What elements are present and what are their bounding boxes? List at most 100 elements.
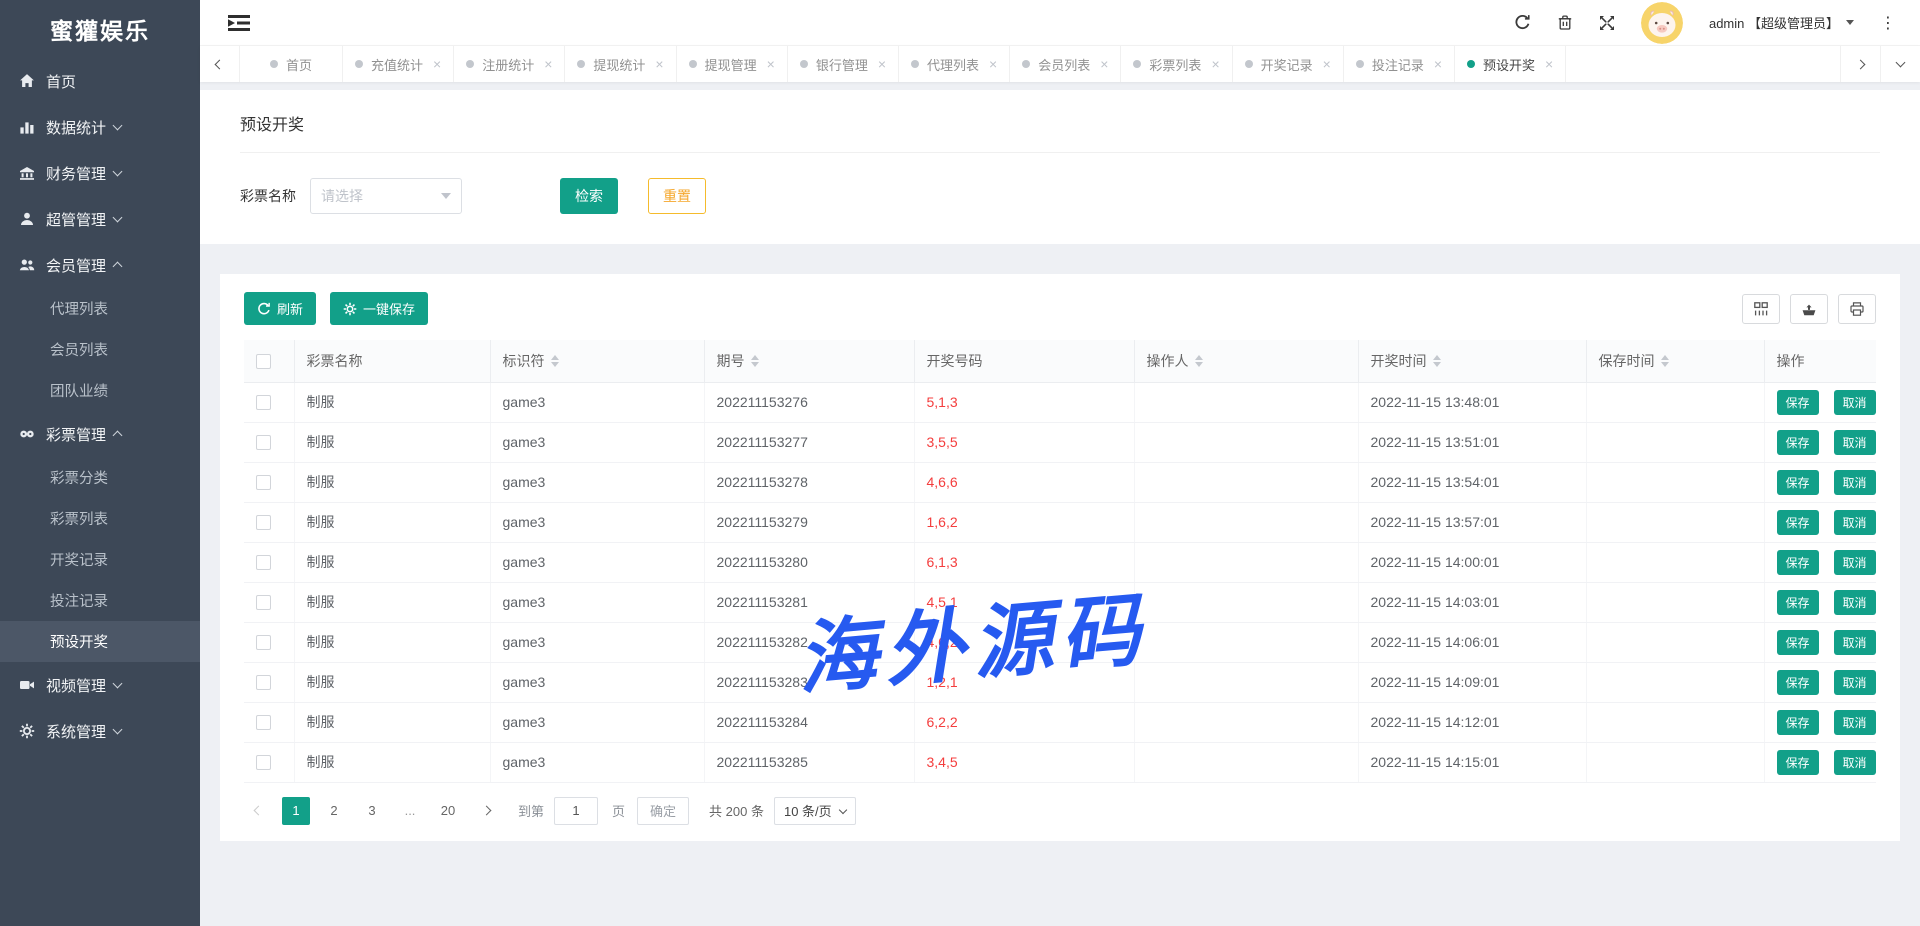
row-checkbox[interactable] bbox=[256, 515, 271, 530]
sort-icon[interactable] bbox=[1661, 355, 1669, 367]
tab-recharge-stats[interactable]: 充值统计× bbox=[343, 46, 454, 82]
cancel-row-button[interactable]: 取消 bbox=[1834, 590, 1876, 615]
sidebar-item-preset-draw[interactable]: 预设开奖 bbox=[0, 621, 200, 662]
tab-menu-button[interactable] bbox=[1880, 46, 1920, 82]
sidebar-item-lottery[interactable]: 彩票管理 bbox=[0, 411, 200, 457]
trash-icon[interactable] bbox=[1557, 14, 1573, 31]
page-button-2[interactable]: 2 bbox=[320, 797, 348, 825]
cancel-row-button[interactable]: 取消 bbox=[1834, 710, 1876, 735]
tab-lottery-list[interactable]: 彩票列表× bbox=[1121, 46, 1232, 82]
sort-icon[interactable] bbox=[751, 355, 759, 367]
sidebar-item-member-list[interactable]: 会员列表 bbox=[0, 329, 200, 370]
sidebar-item-lottery-category[interactable]: 彩票分类 bbox=[0, 457, 200, 498]
sidebar-collapse-icon[interactable] bbox=[228, 14, 250, 32]
refresh-table-button[interactable]: 刷新 bbox=[244, 292, 316, 325]
close-icon[interactable]: × bbox=[544, 57, 552, 71]
sidebar-item-super-admin[interactable]: 超管管理 bbox=[0, 196, 200, 242]
save-row-button[interactable]: 保存 bbox=[1777, 710, 1819, 735]
sidebar-item-finance[interactable]: 财务管理 bbox=[0, 150, 200, 196]
close-icon[interactable]: × bbox=[767, 57, 775, 71]
reset-button[interactable]: 重置 bbox=[648, 178, 706, 214]
tab-scroll-left-button[interactable] bbox=[200, 46, 240, 82]
tab-bank-manage[interactable]: 银行管理× bbox=[788, 46, 899, 82]
tab-bet-records[interactable]: 投注记录× bbox=[1344, 46, 1455, 82]
sort-icon[interactable] bbox=[1433, 355, 1441, 367]
save-all-button[interactable]: 一键保存 bbox=[330, 292, 428, 325]
page-button-3[interactable]: 3 bbox=[358, 797, 386, 825]
close-icon[interactable]: × bbox=[433, 57, 441, 71]
cancel-row-button[interactable]: 取消 bbox=[1834, 550, 1876, 575]
close-icon[interactable]: × bbox=[1211, 57, 1219, 71]
prev-page-button[interactable] bbox=[244, 797, 272, 825]
sort-icon[interactable] bbox=[551, 355, 559, 367]
tab-member-list[interactable]: 会员列表× bbox=[1010, 46, 1121, 82]
cancel-row-button[interactable]: 取消 bbox=[1834, 430, 1876, 455]
cancel-row-button[interactable]: 取消 bbox=[1834, 750, 1876, 775]
save-row-button[interactable]: 保存 bbox=[1777, 470, 1819, 495]
save-row-button[interactable]: 保存 bbox=[1777, 630, 1819, 655]
confirm-button[interactable]: 确定 bbox=[637, 797, 689, 825]
sidebar-item-system[interactable]: 系统管理 bbox=[0, 708, 200, 754]
tab-withdraw-stats[interactable]: 提现统计× bbox=[565, 46, 676, 82]
sidebar-item-members[interactable]: 会员管理 bbox=[0, 242, 200, 288]
export-icon[interactable] bbox=[1790, 294, 1828, 324]
more-menu-icon[interactable]: ⋮ bbox=[1880, 13, 1896, 32]
save-row-button[interactable]: 保存 bbox=[1777, 590, 1819, 615]
goto-page-input[interactable] bbox=[554, 797, 598, 825]
close-icon[interactable]: × bbox=[989, 57, 997, 71]
close-icon[interactable]: × bbox=[1545, 57, 1553, 71]
row-checkbox[interactable] bbox=[256, 675, 271, 690]
save-row-button[interactable]: 保存 bbox=[1777, 390, 1819, 415]
cancel-row-button[interactable]: 取消 bbox=[1834, 630, 1876, 655]
close-icon[interactable]: × bbox=[1323, 57, 1331, 71]
save-row-button[interactable]: 保存 bbox=[1777, 670, 1819, 695]
avatar[interactable] bbox=[1641, 2, 1683, 44]
tab-register-stats[interactable]: 注册统计× bbox=[454, 46, 565, 82]
cancel-row-button[interactable]: 取消 bbox=[1834, 390, 1876, 415]
tab-agent-list[interactable]: 代理列表× bbox=[899, 46, 1010, 82]
sidebar-item-lottery-list[interactable]: 彩票列表 bbox=[0, 498, 200, 539]
search-button[interactable]: 检索 bbox=[560, 178, 618, 214]
sidebar-item-data-stats[interactable]: 数据统计 bbox=[0, 104, 200, 150]
cancel-row-button[interactable]: 取消 bbox=[1834, 670, 1876, 695]
user-menu[interactable]: admin 【超级管理员】 bbox=[1709, 13, 1854, 32]
save-row-button[interactable]: 保存 bbox=[1777, 510, 1819, 535]
sidebar-item-bet-records[interactable]: 投注记录 bbox=[0, 580, 200, 621]
row-checkbox[interactable] bbox=[256, 595, 271, 610]
page-button-1[interactable]: 1 bbox=[282, 797, 310, 825]
close-icon[interactable]: × bbox=[878, 57, 886, 71]
row-checkbox[interactable] bbox=[256, 435, 271, 450]
columns-icon[interactable] bbox=[1742, 294, 1780, 324]
row-checkbox[interactable] bbox=[256, 555, 271, 570]
save-row-button[interactable]: 保存 bbox=[1777, 750, 1819, 775]
row-checkbox[interactable] bbox=[256, 715, 271, 730]
tab-withdraw-manage[interactable]: 提现管理× bbox=[677, 46, 788, 82]
print-icon[interactable] bbox=[1838, 294, 1876, 324]
save-row-button[interactable]: 保存 bbox=[1777, 430, 1819, 455]
tab-draw-records[interactable]: 开奖记录× bbox=[1233, 46, 1344, 82]
cancel-row-button[interactable]: 取消 bbox=[1834, 510, 1876, 535]
close-icon[interactable]: × bbox=[1100, 57, 1108, 71]
row-checkbox[interactable] bbox=[256, 635, 271, 650]
row-checkbox[interactable] bbox=[256, 475, 271, 490]
tab-preset-draw[interactable]: 预设开奖× bbox=[1455, 46, 1566, 82]
select-all-checkbox[interactable] bbox=[256, 354, 271, 369]
page-button-20[interactable]: 20 bbox=[434, 797, 462, 825]
sidebar-item-draw-records[interactable]: 开奖记录 bbox=[0, 539, 200, 580]
tab-scroll-right-button[interactable] bbox=[1840, 46, 1880, 82]
refresh-icon[interactable] bbox=[1514, 14, 1531, 31]
next-page-button[interactable] bbox=[472, 797, 500, 825]
sidebar-item-video[interactable]: 视频管理 bbox=[0, 662, 200, 708]
cancel-row-button[interactable]: 取消 bbox=[1834, 470, 1876, 495]
sidebar-item-agent-list[interactable]: 代理列表 bbox=[0, 288, 200, 329]
close-icon[interactable]: × bbox=[1434, 57, 1442, 71]
sort-icon[interactable] bbox=[1195, 355, 1203, 367]
save-row-button[interactable]: 保存 bbox=[1777, 550, 1819, 575]
lottery-name-select[interactable]: 请选择 bbox=[310, 178, 462, 214]
row-checkbox[interactable] bbox=[256, 395, 271, 410]
row-checkbox[interactable] bbox=[256, 755, 271, 770]
tab-home[interactable]: 首页 bbox=[240, 46, 343, 82]
fullscreen-icon[interactable] bbox=[1599, 15, 1615, 31]
sidebar-item-home[interactable]: 首页 bbox=[0, 58, 200, 104]
close-icon[interactable]: × bbox=[655, 57, 663, 71]
